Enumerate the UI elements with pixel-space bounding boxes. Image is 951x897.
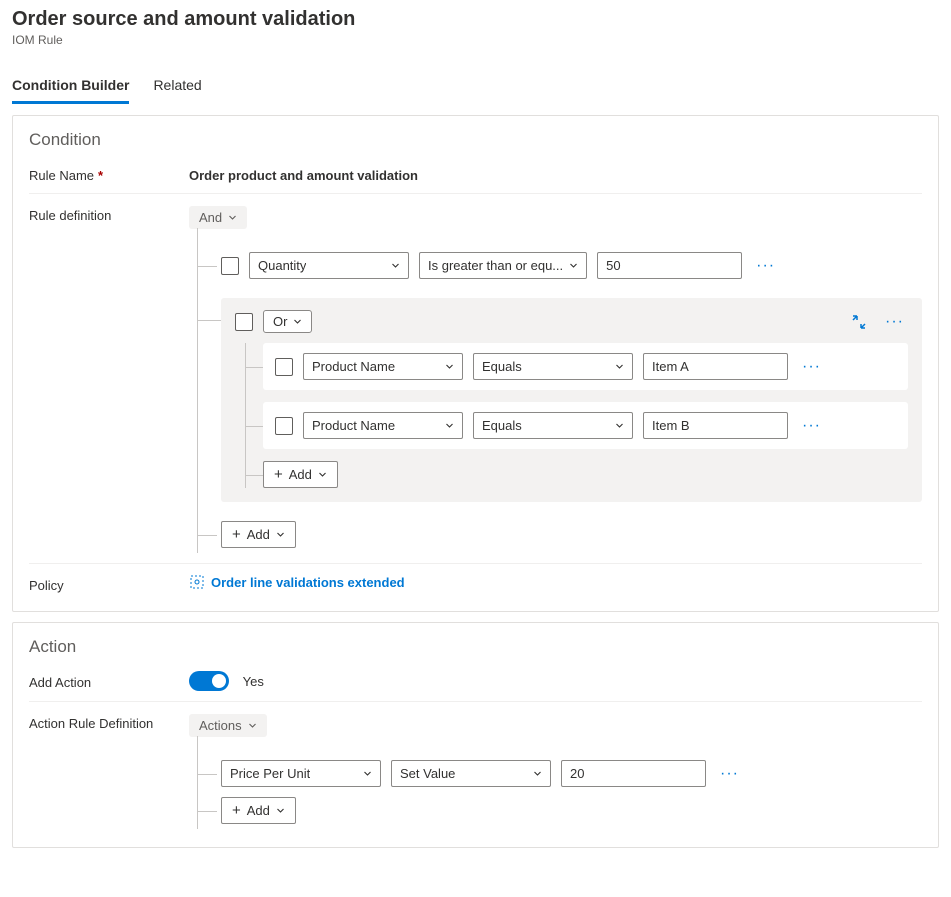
plus-icon: + (274, 467, 283, 482)
rule-name-value[interactable]: Order product and amount validation (189, 164, 922, 183)
action-rule-row: Price Per Unit Set Value 20 ··· (189, 755, 922, 792)
add-action-toggle[interactable] (189, 671, 229, 691)
chevron-down-icon (228, 213, 237, 222)
chevron-down-icon (293, 317, 302, 326)
chevron-down-icon (615, 421, 624, 430)
root-operator-text: And (199, 210, 222, 225)
action-definition-row: Action Rule Definition Actions Price Per… (29, 701, 922, 829)
operator-selector[interactable]: Set Value (391, 760, 551, 787)
more-icon[interactable]: ··· (752, 257, 779, 275)
value-input[interactable]: Item A (643, 353, 788, 380)
required-icon: * (98, 168, 103, 183)
add-action-label: Add Action (29, 671, 189, 690)
tab-condition-builder[interactable]: Condition Builder (12, 71, 129, 104)
field-selector[interactable]: Product Name (303, 412, 463, 439)
condition-rule-row: Quantity Is greater than or equ... 50 ··… (189, 247, 922, 284)
condition-rule-row: Product Name Equals Item B ··· (263, 402, 908, 449)
operator-selector[interactable]: Is greater than or equ... (419, 252, 587, 279)
add-action-row: Add Action Yes (29, 671, 922, 691)
tab-related[interactable]: Related (153, 71, 201, 104)
field-selector[interactable]: Price Per Unit (221, 760, 381, 787)
subgroup-operator-selector[interactable]: Or (263, 310, 312, 333)
policy-icon (189, 574, 205, 590)
tabs: Condition Builder Related (12, 71, 939, 105)
chevron-down-icon (533, 769, 542, 778)
add-rule-button[interactable]: + Add (263, 461, 338, 488)
rule-checkbox[interactable] (221, 257, 239, 275)
subgroup-tree: Product Name Equals Item A ··· (235, 343, 908, 488)
plus-icon: + (232, 527, 241, 542)
action-heading: Action (29, 637, 922, 657)
action-panel: Action Add Action Yes Action Rule Defini… (12, 622, 939, 848)
rule-checkbox[interactable] (275, 417, 293, 435)
more-icon[interactable]: ··· (798, 358, 825, 376)
page-title: Order source and amount validation (12, 8, 939, 31)
chevron-down-icon (445, 362, 454, 371)
plus-icon: + (232, 803, 241, 818)
group-checkbox[interactable] (235, 313, 253, 331)
chevron-down-icon (276, 530, 285, 539)
collapse-icon[interactable] (851, 314, 867, 330)
action-root-selector[interactable]: Actions (189, 714, 267, 737)
policy-row: Policy Order line validations extended (29, 563, 922, 593)
chevron-down-icon (615, 362, 624, 371)
more-icon[interactable]: ··· (881, 313, 908, 331)
chevron-down-icon (248, 721, 257, 730)
chevron-down-icon (391, 261, 400, 270)
operator-selector[interactable]: Equals (473, 412, 633, 439)
condition-tree: And Quantity Is greater than or equ... (189, 206, 922, 553)
field-selector[interactable]: Product Name (303, 353, 463, 380)
more-icon[interactable]: ··· (798, 417, 825, 435)
page-header: Order source and amount validation IOM R… (12, 8, 939, 47)
page-subtitle: IOM Rule (12, 33, 939, 47)
condition-subgroup: Or ··· Product Name (221, 298, 922, 502)
add-action-value: Yes (243, 674, 264, 689)
value-input[interactable]: Item B (643, 412, 788, 439)
action-definition-label: Action Rule Definition (29, 712, 189, 731)
operator-selector[interactable]: Equals (473, 353, 633, 380)
rule-name-label: Rule Name* (29, 164, 189, 183)
chevron-down-icon (276, 806, 285, 815)
action-tree: Actions Price Per Unit Set Value 20 ··· (189, 714, 922, 829)
chevron-down-icon (569, 261, 578, 270)
field-selector[interactable]: Quantity (249, 252, 409, 279)
chevron-down-icon (363, 769, 372, 778)
value-input[interactable]: 20 (561, 760, 706, 787)
add-rule-row: + Add (189, 516, 922, 553)
chevron-down-icon (445, 421, 454, 430)
rule-checkbox[interactable] (275, 358, 293, 376)
value-input[interactable]: 50 (597, 252, 742, 279)
rule-name-row: Rule Name* Order product and amount vali… (29, 164, 922, 183)
condition-panel: Condition Rule Name* Order product and a… (12, 115, 939, 612)
add-rule-button[interactable]: + Add (221, 797, 296, 824)
condition-rule-row: Product Name Equals Item A ··· (263, 343, 908, 390)
policy-label: Policy (29, 574, 189, 593)
policy-link[interactable]: Order line validations extended (189, 574, 405, 590)
rule-definition-row: Rule definition And Quantity Is greater (29, 193, 922, 553)
root-operator-selector[interactable]: And (189, 206, 247, 229)
chevron-down-icon (318, 470, 327, 479)
more-icon[interactable]: ··· (716, 765, 743, 783)
add-rule-button[interactable]: + Add (221, 521, 296, 548)
add-action-rule-row: + Add (189, 792, 922, 829)
condition-heading: Condition (29, 130, 922, 150)
rule-definition-label: Rule definition (29, 204, 189, 223)
